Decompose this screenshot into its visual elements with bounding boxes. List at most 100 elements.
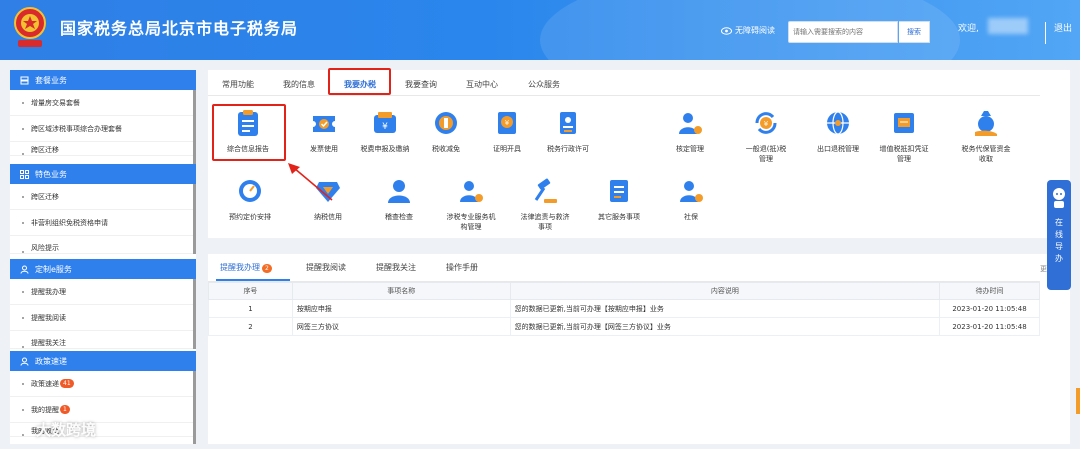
col-header-no: 序号 <box>208 282 293 300</box>
fn-general-refund[interactable]: ¥ 一般退(抵)税 管理 <box>726 108 806 164</box>
task-name-link[interactable]: 按期应申报 <box>291 299 511 318</box>
col-header-desc: 内容说明 <box>509 282 941 300</box>
inspector-icon <box>388 180 410 203</box>
sidebar-item[interactable]: 提醒我关注 <box>10 331 196 349</box>
sidebar: 套餐业务 增量房交易套餐 跨区域涉税事项综合办理套餐 跨区迁移 特色业务 跨区迁… <box>10 70 196 444</box>
fn-pricing-arrangement[interactable]: 预约定价安排 <box>210 176 290 222</box>
sidebar-group-featured: 特色业务 跨区迁移 非营利组织免税资格申请 风险提示 <box>10 164 196 254</box>
user-icon <box>20 357 29 366</box>
sidebar-item[interactable]: 提醒我办理 <box>10 279 196 305</box>
sidebar-scrollbar[interactable] <box>193 279 196 349</box>
svg-text:¥: ¥ <box>764 120 769 128</box>
sidebar-item[interactable]: 增量房交易套餐 <box>10 90 196 116</box>
wallet-icon: ¥ <box>374 112 396 133</box>
more-link[interactable]: 更 <box>1040 264 1047 274</box>
fn-assessment[interactable]: 核定管理 <box>650 108 730 154</box>
tab-query[interactable]: 我要查询 <box>405 79 437 90</box>
task-name-link[interactable]: 网签三方协议 <box>291 317 511 336</box>
remind-count-badge: 2 <box>262 264 272 273</box>
fn-label: 税务代保管资金 收取 <box>961 145 1011 163</box>
sidebar-item[interactable]: 政策速递 41 <box>10 371 196 397</box>
accessibility-label: 无障碍阅读 <box>735 26 775 35</box>
accessibility-link[interactable]: 无障碍阅读 <box>721 25 775 36</box>
tab-my-info[interactable]: 我的信息 <box>283 79 315 90</box>
sidebar-item[interactable]: 跨区域涉税事项综合办理套餐 <box>10 116 196 142</box>
user-gear-icon <box>680 181 703 202</box>
col-header-name: 事项名称 <box>291 282 511 300</box>
grid-icon <box>20 169 29 179</box>
eye-icon <box>721 26 732 35</box>
sidebar-scrollbar[interactable] <box>193 90 196 164</box>
search-button[interactable]: 搜索 <box>899 21 930 43</box>
sidebar-group-header[interactable]: 定制e服务 <box>10 259 196 279</box>
sidebar-item[interactable]: 跨区迁移 <box>10 142 196 156</box>
online-guide-button[interactable]: 在线导办 <box>1047 180 1071 290</box>
fn-professional-service[interactable]: 涉税专业服务机 构管理 <box>431 176 511 232</box>
svg-text:¥: ¥ <box>382 122 388 132</box>
online-guide-label: 在线导办 <box>1055 218 1063 263</box>
tax-emblem-icon <box>14 7 46 47</box>
reminder-table: 序号 事项名称 内容说明 待办时间 1 按期应申报 您的数据已更新,当前可办理【… <box>208 282 1040 336</box>
watermark-logo-icon <box>12 424 31 435</box>
tab-public-service[interactable]: 公众服务 <box>528 79 560 90</box>
robot-icon <box>1053 188 1065 208</box>
gauge-icon <box>239 180 261 202</box>
sidebar-item[interactable]: 风险提示 <box>10 236 196 254</box>
function-panel: 常用功能 我的信息 我要办税 我要查询 互动中心 公众服务 综合信息报告 发票使… <box>208 68 1070 238</box>
fn-custody-funds[interactable]: 税务代保管资金 收取 <box>946 108 1026 164</box>
tab-remind-do[interactable]: 提醒我办理 2 <box>220 262 272 273</box>
user-icon <box>20 265 29 274</box>
tab-interaction[interactable]: 互动中心 <box>466 79 498 90</box>
table-header-row: 序号 事项名称 内容说明 待办时间 <box>208 282 1040 300</box>
id-card-icon <box>560 112 576 134</box>
coin-icon <box>435 112 457 134</box>
tab-remind-follow[interactable]: 提醒我关注 <box>376 262 416 273</box>
sidebar-scrollbar[interactable] <box>193 371 196 444</box>
reminder-tabs: 提醒我办理 2 提醒我阅读 提醒我关注 操作手册 更 <box>208 254 1047 282</box>
sidebar-item[interactable]: 跨区迁移 <box>10 184 196 210</box>
table-row[interactable]: 2 网签三方协议 您的数据已更新,当前可办理【网签三方协议】业务 2023-01… <box>208 317 1040 336</box>
sidebar-item[interactable]: 非营利组织免税资格申请 <box>10 210 196 236</box>
sidebar-scrollbar[interactable] <box>193 184 196 254</box>
svg-text:¥: ¥ <box>505 119 510 127</box>
fn-legal-remedy[interactable]: 法律追责与救济 事项 <box>505 176 585 232</box>
globe-icon <box>827 111 849 135</box>
sidebar-group-package: 套餐业务 增量房交易套餐 跨区域涉税事项综合办理套餐 跨区迁移 <box>10 70 196 164</box>
fn-label: 一般退(抵)税 管理 <box>745 145 787 163</box>
policy-count-badge: 41 <box>60 379 74 388</box>
fn-vat-deduction[interactable]: 增值税抵扣凭证 管理 <box>864 108 944 164</box>
tab-highlight-box <box>328 68 391 95</box>
layers-icon <box>20 76 29 84</box>
refund-icon: ¥ <box>755 112 777 134</box>
col-header-time: 待办时间 <box>939 282 1040 300</box>
fn-label: 法律追责与救济 事项 <box>520 213 570 231</box>
tab-common[interactable]: 常用功能 <box>222 79 254 90</box>
side-tab-edge[interactable] <box>1076 388 1080 414</box>
tab-manual[interactable]: 操作手册 <box>446 262 478 273</box>
money-bag-icon <box>975 111 997 136</box>
fn-admin-license[interactable]: 税务行政许可 <box>528 108 608 154</box>
fn-label: 涉税专业服务机 构管理 <box>446 213 496 231</box>
tab-remind-read[interactable]: 提醒我阅读 <box>306 262 346 273</box>
reminder-panel: 提醒我办理 2 提醒我阅读 提醒我关注 操作手册 更 序号 事项名称 内容说明 待… <box>208 254 1070 444</box>
active-tab-underline <box>216 279 290 281</box>
fn-social-security[interactable]: 社保 <box>651 176 731 222</box>
sidebar-item[interactable]: 提醒我阅读 <box>10 305 196 331</box>
receipt-icon <box>894 113 914 133</box>
sidebar-group-header[interactable]: 政策速递 <box>10 351 196 371</box>
reminder-count-badge: 1 <box>60 405 70 414</box>
ticket-icon <box>313 116 335 132</box>
user-name-blurred <box>988 18 1028 34</box>
user-gear-icon <box>460 181 483 202</box>
sidebar-group-header[interactable]: 特色业务 <box>10 164 196 184</box>
fn-other-services[interactable]: 其它服务事项 <box>579 176 659 222</box>
fn-inspection[interactable]: 稽查检查 <box>359 176 439 222</box>
certificate-icon: ¥ <box>498 112 516 134</box>
top-header: 国家税务总局北京市电子税务局 无障碍阅读 搜索 欢迎, 退出 <box>0 0 1080 60</box>
red-arrow <box>288 163 333 201</box>
site-title: 国家税务总局北京市电子税务局 <box>60 19 299 38</box>
logout-link[interactable]: 退出 <box>1054 21 1072 34</box>
table-row[interactable]: 1 按期应申报 您的数据已更新,当前可办理【按期应申报】业务 2023-01-2… <box>208 299 1040 318</box>
sidebar-group-header[interactable]: 套餐业务 <box>10 70 196 90</box>
search-input[interactable] <box>788 21 898 43</box>
